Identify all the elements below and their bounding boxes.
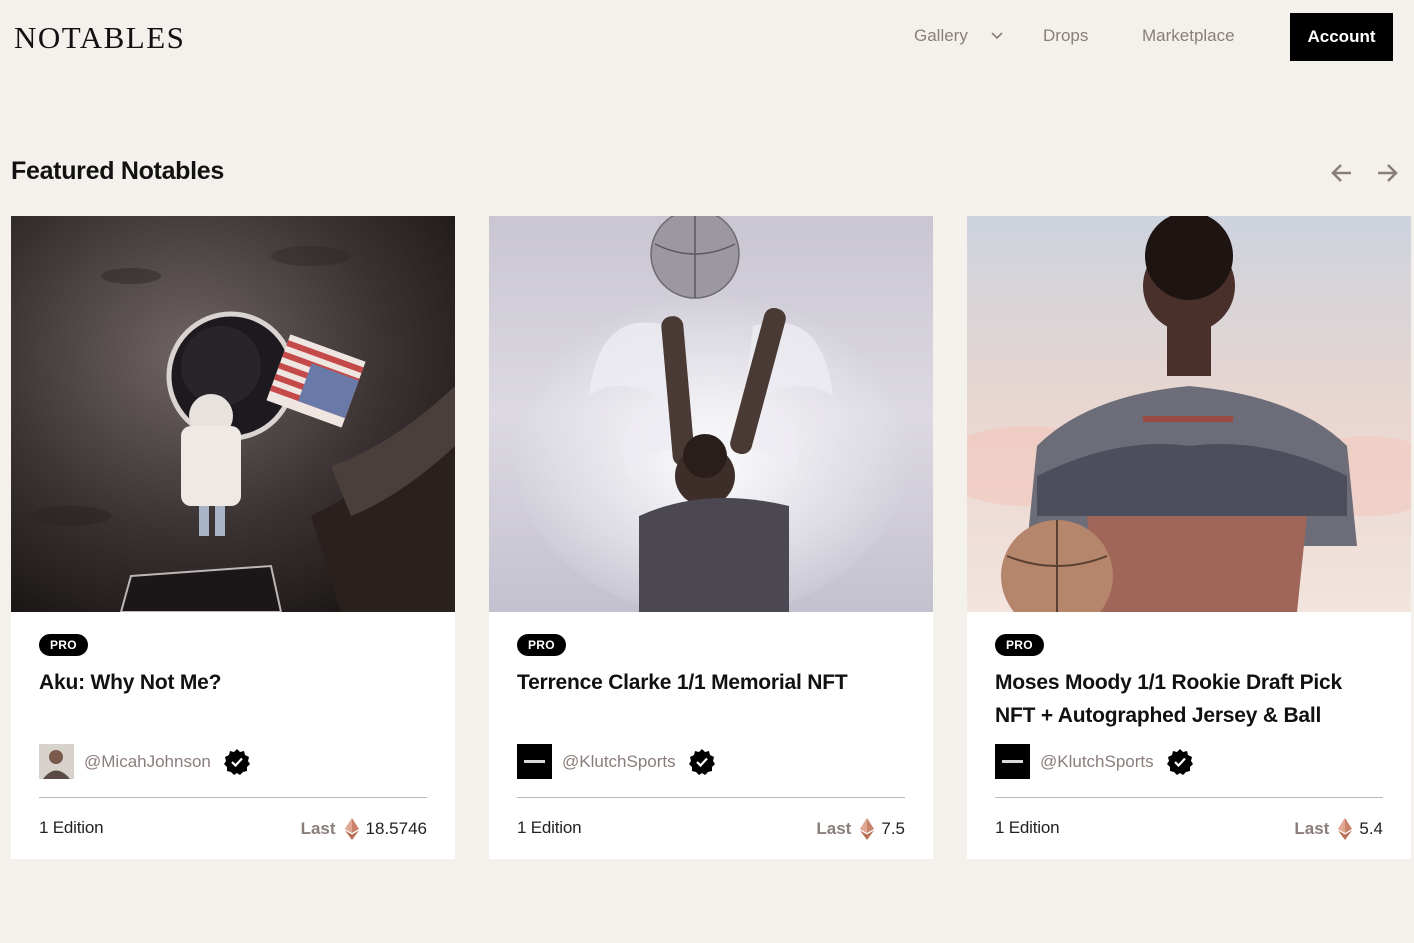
- last-label: Last: [1294, 819, 1330, 838]
- verified-icon: [688, 748, 715, 775]
- avatar[interactable]: [39, 744, 74, 779]
- avatar[interactable]: [995, 744, 1030, 779]
- last-price: Last 5.4: [1294, 818, 1383, 840]
- edition-count: 1 Edition: [517, 818, 582, 837]
- creator[interactable]: @KlutchSports: [995, 744, 1194, 779]
- ethereum-icon: [860, 818, 875, 840]
- verified-icon: [1166, 748, 1193, 775]
- creator[interactable]: @KlutchSports: [517, 744, 716, 779]
- card-image[interactable]: [11, 216, 455, 612]
- creator-handle[interactable]: @MicahJohnson: [84, 752, 211, 772]
- creator-handle[interactable]: @KlutchSports: [562, 752, 676, 772]
- pro-badge: PRO: [995, 634, 1044, 656]
- last-price: Last 7.5: [816, 818, 905, 840]
- ethereum-icon: [1338, 818, 1353, 840]
- last-price: Last 18.5746: [301, 818, 427, 840]
- last-label: Last: [816, 819, 852, 838]
- nav-drops[interactable]: Drops: [1043, 26, 1088, 46]
- last-label: Last: [300, 819, 336, 838]
- pro-badge: PRO: [39, 634, 88, 656]
- creator-handle[interactable]: @KlutchSports: [1040, 752, 1154, 772]
- notable-card[interactable]: PRO Aku: Why Not Me? @MicahJohnson 1 Edi…: [11, 216, 455, 859]
- edition-count: 1 Edition: [995, 818, 1060, 837]
- card-title[interactable]: Moses Moody 1/1 Rookie Draft Pick NFT + …: [995, 666, 1385, 732]
- notable-card[interactable]: PRO Terrence Clarke 1/1 Memorial NFT @Kl…: [489, 216, 933, 859]
- price-value: 7.5: [881, 819, 905, 838]
- divider: [39, 797, 427, 798]
- card-title[interactable]: Terrence Clarke 1/1 Memorial NFT: [517, 666, 907, 699]
- arrow-left-icon[interactable]: [1329, 160, 1355, 186]
- nav-gallery[interactable]: Gallery: [914, 26, 968, 46]
- price-value: 5.4: [1359, 819, 1383, 838]
- card-image[interactable]: [967, 216, 1411, 612]
- edition-count: 1 Edition: [39, 818, 104, 837]
- chevron-down-icon[interactable]: [989, 27, 1005, 43]
- pro-badge: PRO: [517, 634, 566, 656]
- price-value: 18.5746: [365, 819, 427, 838]
- site-header: NOTABLES Gallery Drops Marketplace Accou…: [0, 0, 1414, 76]
- verified-icon: [223, 748, 250, 775]
- notable-card[interactable]: PRO Moses Moody 1/1 Rookie Draft Pick NF…: [967, 216, 1411, 859]
- ethereum-icon: [344, 818, 359, 840]
- card-image[interactable]: [489, 216, 933, 612]
- divider: [517, 797, 905, 798]
- avatar[interactable]: [517, 744, 552, 779]
- section-title: Featured Notables: [11, 157, 225, 185]
- site-logo[interactable]: NOTABLES: [14, 20, 185, 56]
- divider: [995, 797, 1383, 798]
- account-button[interactable]: Account: [1290, 13, 1393, 61]
- arrow-right-icon[interactable]: [1374, 160, 1400, 186]
- nav-marketplace[interactable]: Marketplace: [1142, 26, 1235, 46]
- creator[interactable]: @MicahJohnson: [39, 744, 251, 779]
- card-title[interactable]: Aku: Why Not Me?: [39, 666, 429, 699]
